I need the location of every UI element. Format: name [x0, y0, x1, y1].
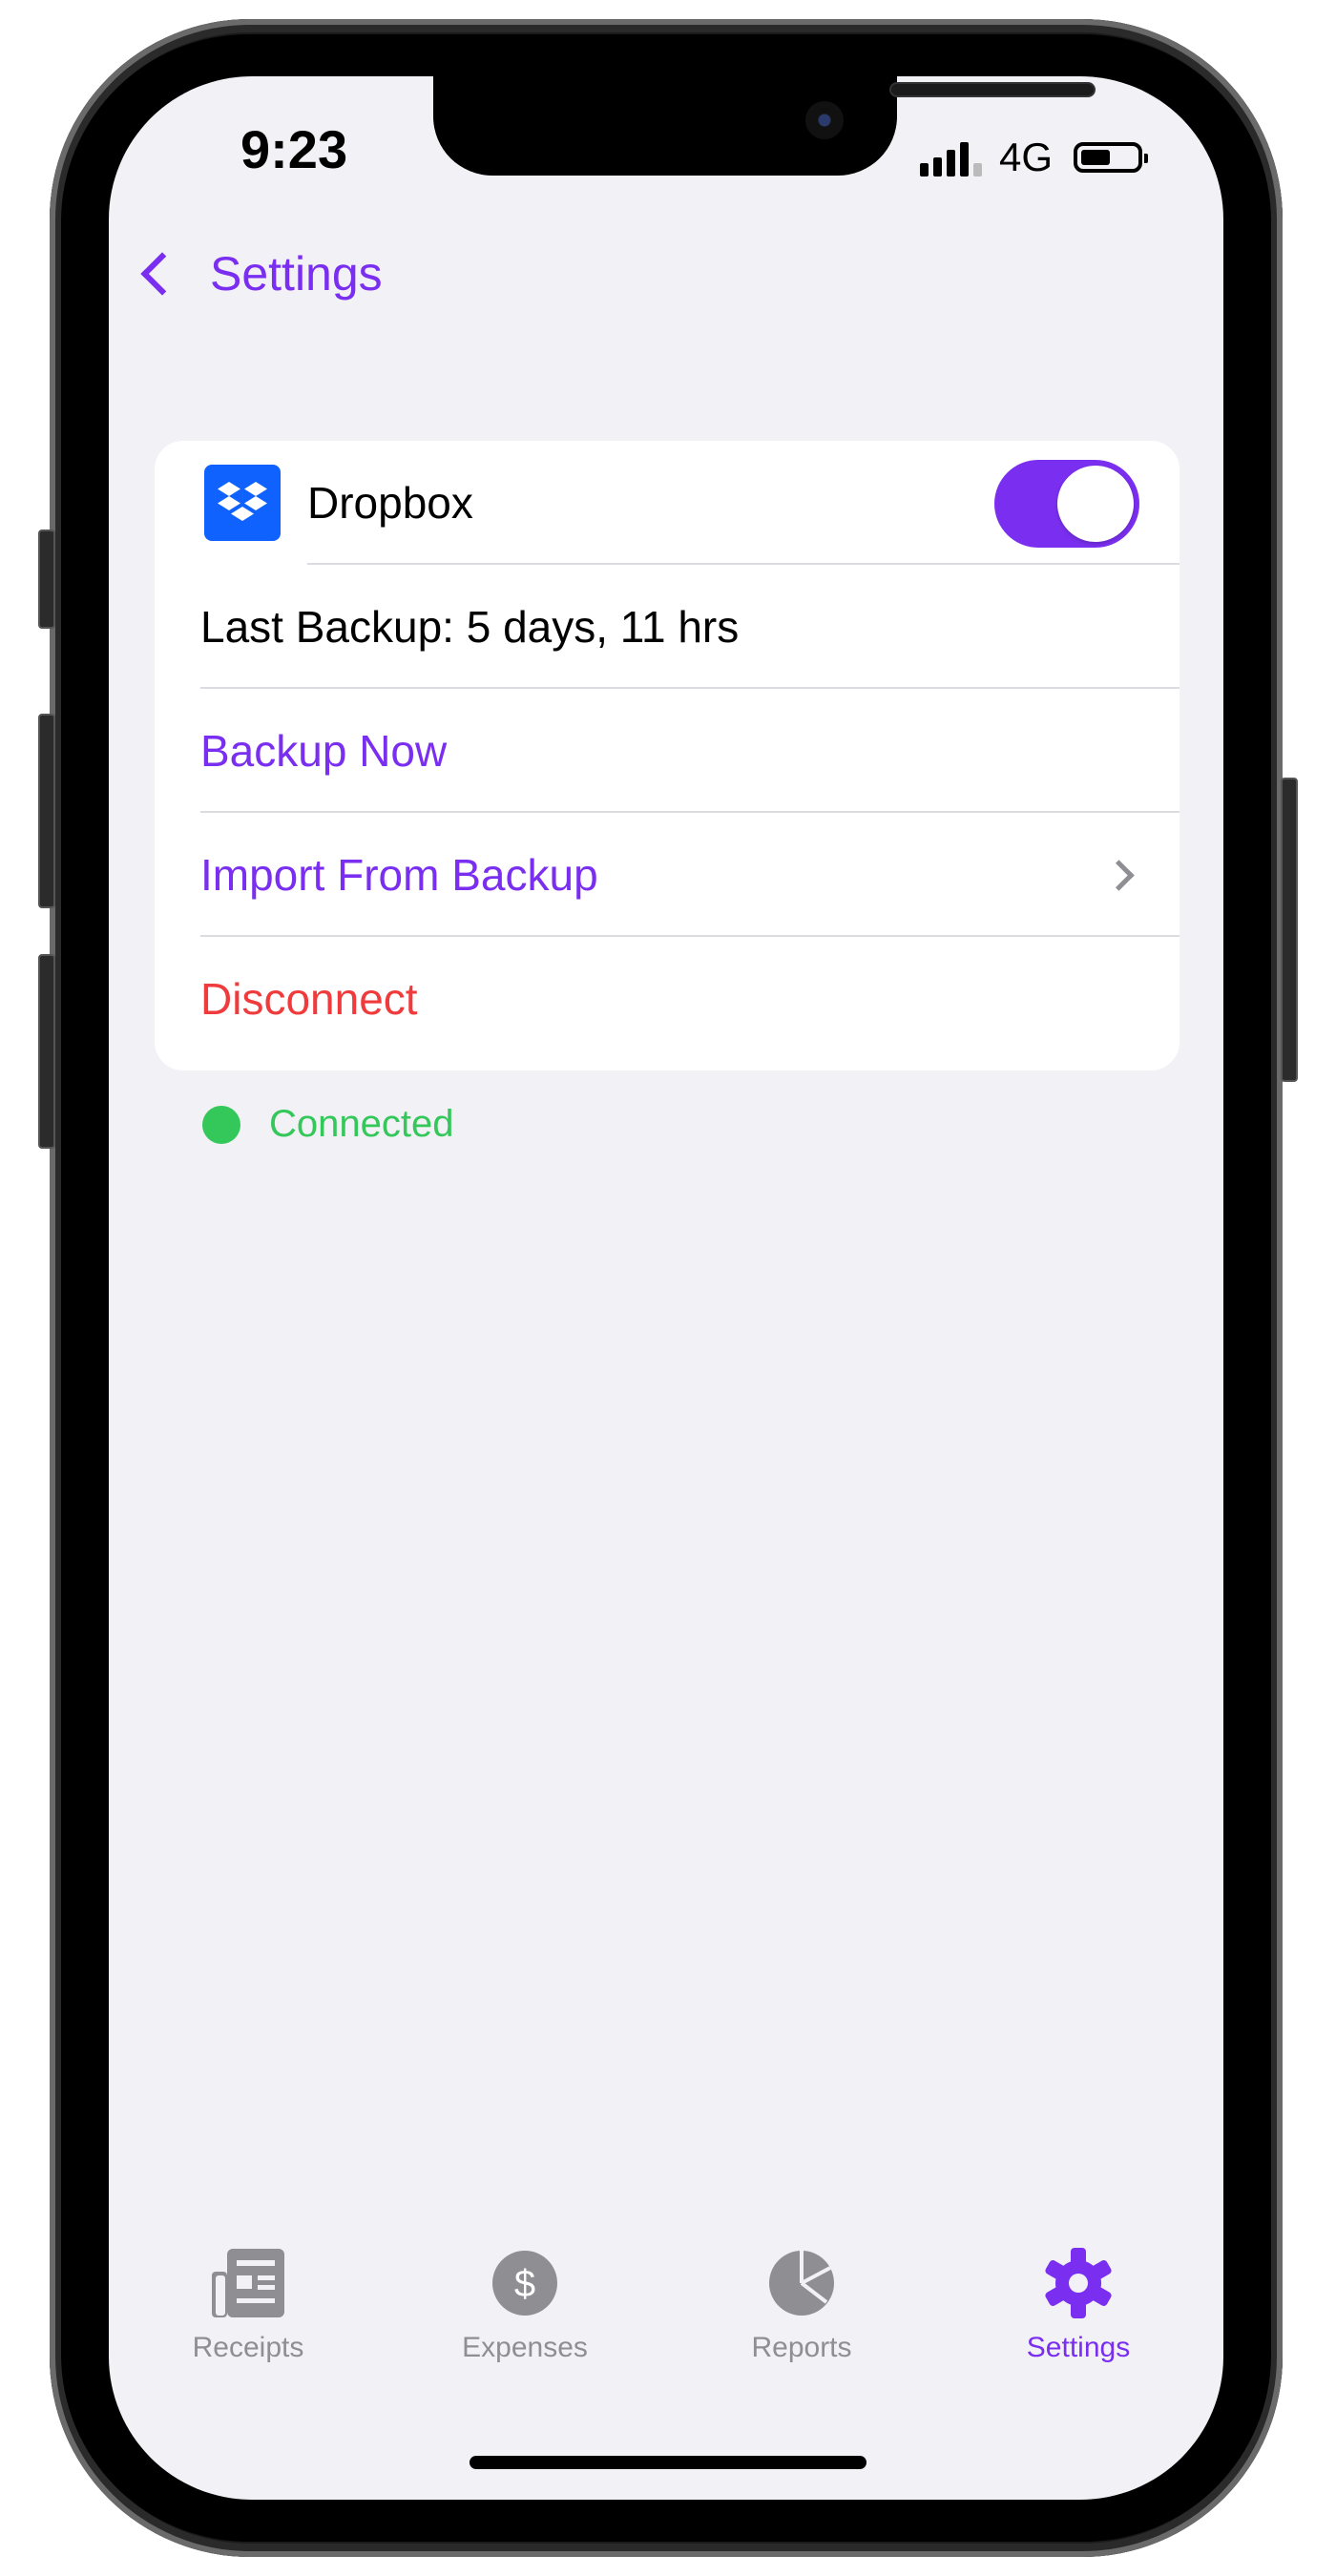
signal-icon — [920, 138, 982, 177]
tab-expenses[interactable]: $ Expenses — [429, 2242, 620, 2364]
home-indicator[interactable] — [470, 2456, 866, 2469]
dropbox-title: Dropbox — [307, 478, 473, 528]
back-button[interactable]: Settings — [132, 246, 383, 301]
front-camera — [805, 101, 844, 139]
volume-up-button — [38, 714, 55, 908]
dropbox-icon — [204, 465, 281, 541]
back-button-label: Settings — [210, 247, 383, 301]
mute-switch — [38, 530, 55, 629]
dropbox-row: Dropbox — [155, 441, 1179, 565]
status-dot-icon — [202, 1105, 240, 1144]
last-backup-row: Last Backup: 5 days, 11 hrs — [155, 565, 1179, 689]
dropbox-toggle[interactable] — [994, 460, 1139, 548]
tab-reports-label: Reports — [751, 2332, 852, 2363]
backup-now-button[interactable]: Backup Now — [155, 689, 1179, 813]
speaker-grille — [889, 82, 1096, 97]
status-indicators: 4G — [920, 134, 1149, 181]
power-button — [1281, 778, 1298, 1082]
network-label: 4G — [999, 135, 1054, 179]
tab-bar: Receipts $ Expenses Reports Settings — [109, 2242, 1223, 2404]
svg-text:$: $ — [514, 2263, 535, 2305]
dropbox-settings-card: Dropbox Last Backup: 5 days, 11 hrs Back… — [155, 441, 1179, 1070]
volume-down-button — [38, 954, 55, 1149]
connection-status: Connected — [202, 1103, 453, 1146]
tab-settings-label: Settings — [1026, 2332, 1131, 2363]
screen: 9:23 4G Settings Dropbox Last Backup: 5 … — [109, 76, 1223, 2500]
notch — [433, 76, 1096, 176]
toggle-knob — [1057, 466, 1134, 542]
tab-settings[interactable]: Settings — [983, 2242, 1174, 2364]
connection-status-text: Connected — [269, 1103, 454, 1145]
chevron-right-icon — [1103, 860, 1135, 891]
import-from-backup-button[interactable]: Import From Backup — [155, 813, 1179, 937]
disconnect-label: Disconnect — [200, 974, 418, 1024]
tab-expenses-label: Expenses — [462, 2332, 588, 2363]
status-time: 9:23 — [240, 119, 348, 179]
last-backup-text: Last Backup: 5 days, 11 hrs — [200, 602, 740, 652]
chevron-left-icon — [140, 252, 184, 296]
dollar-circle-icon: $ — [429, 2242, 620, 2324]
gear-icon — [983, 2242, 1174, 2324]
tab-receipts[interactable]: Receipts — [153, 2242, 344, 2364]
tab-reports[interactable]: Reports — [706, 2242, 897, 2364]
import-from-backup-label: Import From Backup — [200, 850, 598, 900]
battery-icon — [1074, 142, 1149, 173]
backup-now-label: Backup Now — [200, 726, 448, 776]
disconnect-button[interactable]: Disconnect — [155, 937, 1179, 1061]
pie-chart-icon — [706, 2242, 897, 2324]
receipt-icon — [153, 2242, 344, 2324]
tab-receipts-label: Receipts — [192, 2332, 304, 2363]
